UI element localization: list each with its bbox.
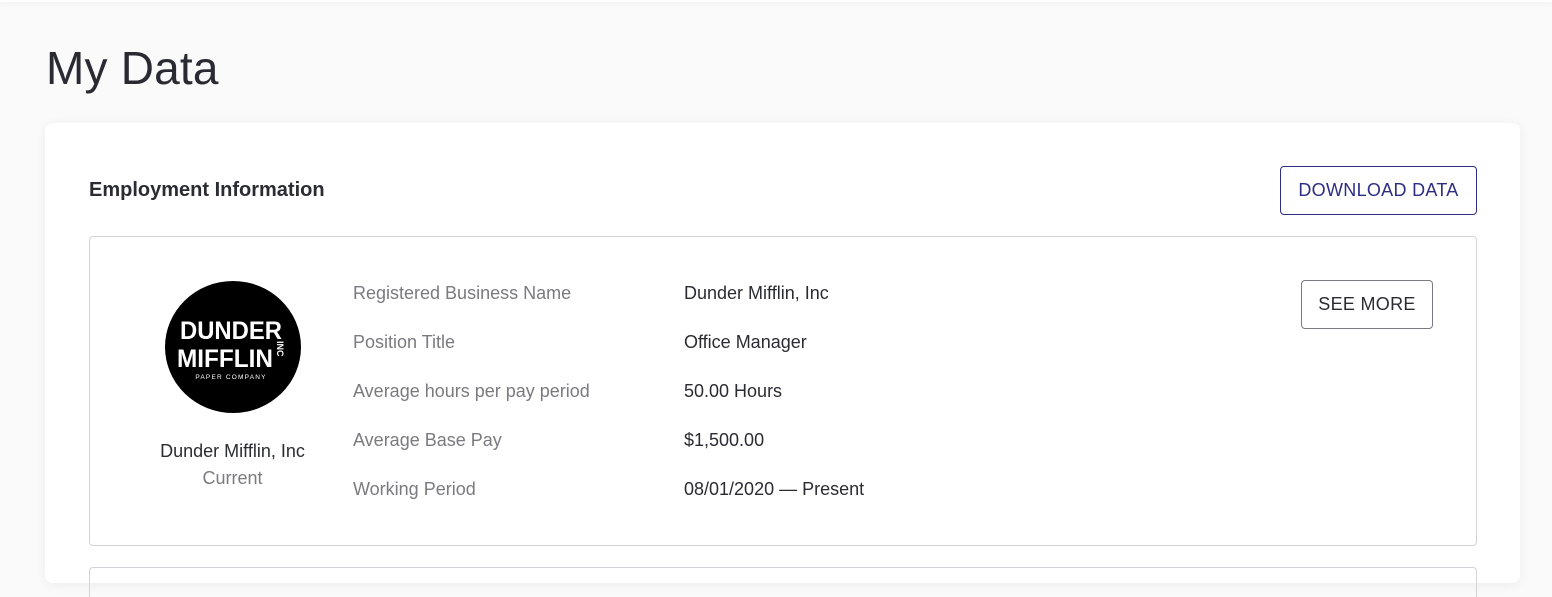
detail-value: Dunder Mifflin, Inc — [684, 283, 829, 303]
page-title: My Data — [46, 42, 219, 94]
section-title: Employment Information — [89, 179, 325, 201]
employment-status: Current — [202, 468, 263, 488]
detail-label: Working Period — [353, 479, 476, 499]
employment-card: DUNDER MIFFLIN INC PAPER COMPANY Dunder … — [89, 236, 1477, 546]
see-more-button[interactable]: SEE MORE — [1301, 280, 1433, 329]
company-name: Dunder Mifflin, Inc — [160, 441, 305, 461]
detail-label: Average hours per pay period — [353, 381, 590, 401]
employment-panel: Employment Information DOWNLOAD DATA DUN… — [45, 123, 1520, 597]
top-bar — [0, 0, 1552, 2]
logo-suffix: INC — [275, 341, 285, 357]
detail-value: 50.00 Hours — [684, 381, 783, 401]
next-employment-card — [89, 567, 1477, 597]
detail-value: Office Manager — [684, 332, 807, 352]
detail-label: Average Base Pay — [353, 430, 502, 450]
detail-label: Registered Business Name — [353, 283, 572, 303]
logo-line1: DUNDER — [180, 317, 282, 345]
logo-tagline: PAPER COMPANY — [195, 374, 266, 381]
logo-line2: MIFFLIN — [177, 345, 273, 373]
detail-value: 08/01/2020 — Present — [684, 479, 865, 499]
dunder-mifflin-logo-icon: DUNDER MIFFLIN INC PAPER COMPANY — [165, 281, 301, 413]
detail-label: Position Title — [353, 332, 456, 352]
download-data-button[interactable]: DOWNLOAD DATA — [1280, 166, 1477, 215]
detail-value: $1,500.00 — [684, 430, 765, 450]
